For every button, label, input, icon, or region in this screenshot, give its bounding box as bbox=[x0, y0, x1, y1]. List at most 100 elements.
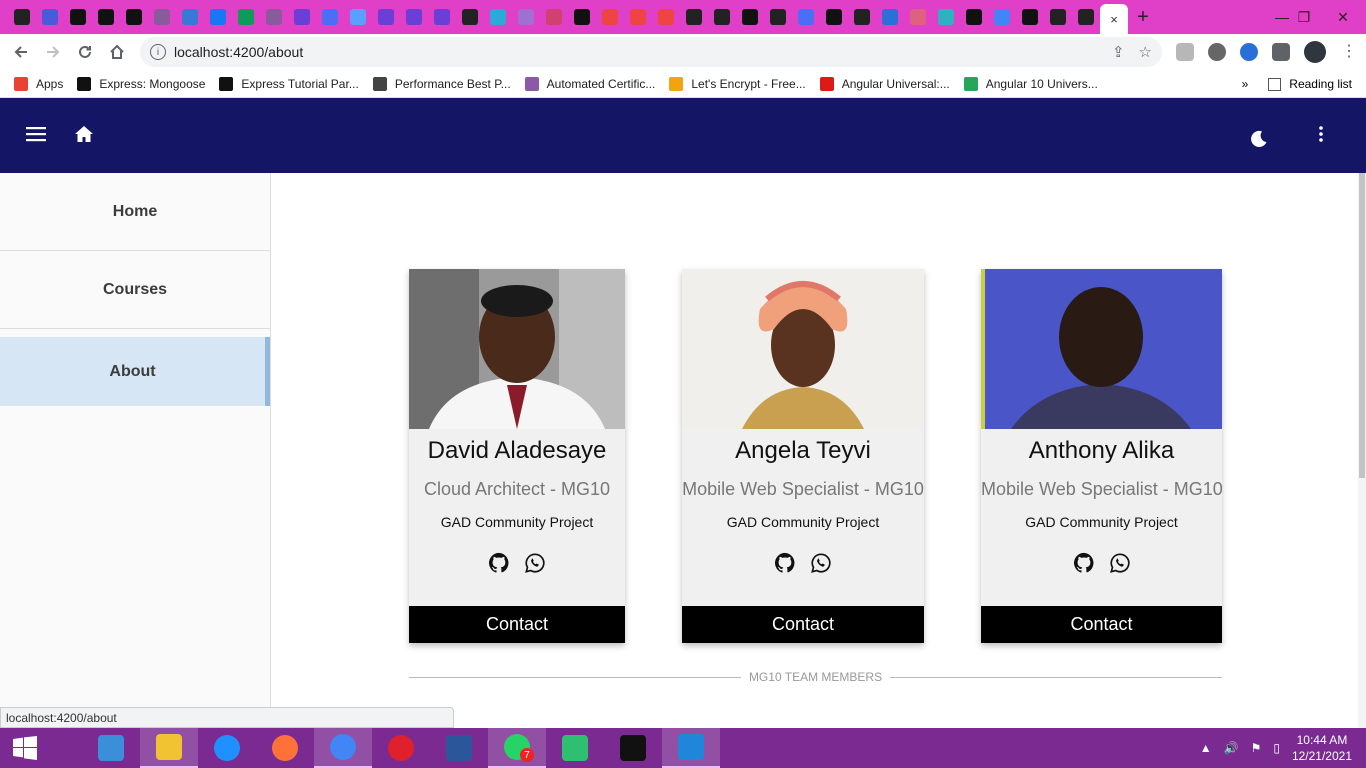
bookmark-item[interactable]: Express: Mongoose bbox=[77, 76, 205, 91]
volume-icon[interactable]: 🔊 bbox=[1224, 741, 1239, 755]
sidebar-item-about[interactable]: About bbox=[0, 337, 270, 406]
bookmark-item[interactable]: Express Tutorial Par... bbox=[219, 76, 359, 91]
browser-tab[interactable] bbox=[456, 0, 484, 34]
browser-tab[interactable] bbox=[764, 0, 792, 34]
close-window-button[interactable]: ✕ bbox=[1320, 0, 1366, 34]
browser-tab[interactable] bbox=[932, 0, 960, 34]
browser-tab[interactable] bbox=[512, 0, 540, 34]
browser-tab[interactable] bbox=[680, 0, 708, 34]
github-icon[interactable] bbox=[1073, 552, 1095, 574]
browser-tab[interactable] bbox=[36, 0, 64, 34]
taskbar-file-explorer[interactable] bbox=[140, 728, 198, 768]
more-vert-icon[interactable] bbox=[1309, 122, 1333, 146]
taskbar-vscode[interactable] bbox=[662, 728, 720, 768]
github-icon[interactable] bbox=[774, 552, 796, 574]
browser-tab[interactable] bbox=[1072, 0, 1100, 34]
browser-tab[interactable] bbox=[736, 0, 764, 34]
browser-tab[interactable] bbox=[232, 0, 260, 34]
reload-icon[interactable] bbox=[69, 36, 101, 68]
browser-tab[interactable] bbox=[848, 0, 876, 34]
browser-tab[interactable] bbox=[988, 0, 1016, 34]
browser-tab[interactable] bbox=[568, 0, 596, 34]
browser-tab[interactable] bbox=[624, 0, 652, 34]
browser-tab[interactable] bbox=[64, 0, 92, 34]
browser-tab[interactable] bbox=[904, 0, 932, 34]
browser-tab[interactable] bbox=[960, 0, 988, 34]
browser-tab[interactable] bbox=[8, 0, 36, 34]
browser-tab[interactable] bbox=[820, 0, 848, 34]
flag-icon[interactable]: ⚑ bbox=[1251, 741, 1262, 755]
home-icon[interactable] bbox=[101, 36, 133, 68]
contact-button[interactable]: Contact bbox=[682, 606, 924, 643]
bookmark-item[interactable]: Performance Best P... bbox=[372, 76, 511, 91]
browser-tab[interactable] bbox=[708, 0, 736, 34]
hamburger-menu-icon[interactable] bbox=[24, 122, 48, 146]
extension-globe-icon[interactable] bbox=[1240, 43, 1258, 61]
scrollbar-thumb[interactable] bbox=[1359, 173, 1365, 478]
bookmark-item[interactable]: Apps bbox=[14, 76, 63, 91]
browser-tab[interactable] bbox=[92, 0, 120, 34]
forward-arrow-icon[interactable] bbox=[37, 36, 69, 68]
share-icon[interactable]: ⇪ bbox=[1112, 43, 1125, 61]
home-icon[interactable] bbox=[72, 122, 96, 146]
network-icon[interactable]: ▯ bbox=[1273, 741, 1280, 755]
browser-tab[interactable] bbox=[484, 0, 512, 34]
new-tab-button[interactable]: + bbox=[1128, 0, 1158, 34]
extension-es-icon[interactable] bbox=[1176, 43, 1194, 61]
browser-tab[interactable] bbox=[400, 0, 428, 34]
chrome-menu-icon[interactable]: ⋮ bbox=[1340, 43, 1358, 61]
taskbar-command-prompt[interactable] bbox=[604, 728, 662, 768]
whatsapp-icon[interactable] bbox=[524, 552, 546, 574]
taskbar-firefox[interactable] bbox=[256, 728, 314, 768]
browser-tab[interactable] bbox=[372, 0, 400, 34]
tray-chevron-icon[interactable]: ▲ bbox=[1200, 741, 1212, 755]
back-arrow-icon[interactable] bbox=[5, 36, 37, 68]
taskbar-chrome[interactable] bbox=[314, 728, 372, 768]
bookmark-item[interactable]: Automated Certific... bbox=[524, 76, 655, 91]
whatsapp-icon[interactable] bbox=[1109, 552, 1131, 574]
taskbar-internet-explorer[interactable] bbox=[198, 728, 256, 768]
restore-button[interactable]: ❐ bbox=[1284, 0, 1324, 34]
bookmarks-overflow-icon[interactable]: » bbox=[1242, 77, 1249, 91]
taskbar-opera[interactable] bbox=[372, 728, 430, 768]
sidebar-item-courses[interactable]: Courses bbox=[0, 251, 270, 329]
browser-tab[interactable] bbox=[176, 0, 204, 34]
contact-button[interactable]: Contact bbox=[409, 606, 625, 643]
browser-tab[interactable] bbox=[344, 0, 372, 34]
contact-button[interactable]: Contact bbox=[981, 606, 1222, 643]
tab-close-icon[interactable]: × bbox=[1110, 12, 1118, 27]
address-bar[interactable]: i localhost:4200/about ⇪ ☆ bbox=[140, 37, 1162, 67]
browser-tab[interactable] bbox=[428, 0, 456, 34]
site-info-icon[interactable]: i bbox=[150, 44, 166, 60]
browser-tab[interactable] bbox=[260, 0, 288, 34]
clock[interactable]: 10:44 AM 12/21/2021 bbox=[1292, 732, 1352, 764]
taskbar-word[interactable] bbox=[430, 728, 488, 768]
taskbar-calculator[interactable] bbox=[82, 728, 140, 768]
bookmark-item[interactable]: Angular 10 Univers... bbox=[963, 76, 1098, 91]
taskbar-whatsapp[interactable]: 7 bbox=[488, 728, 546, 768]
browser-tab[interactable] bbox=[316, 0, 344, 34]
browser-tab[interactable] bbox=[540, 0, 568, 34]
bookmark-item[interactable]: Let's Encrypt - Free... bbox=[669, 76, 806, 91]
browser-tab[interactable] bbox=[792, 0, 820, 34]
active-tab[interactable]: × bbox=[1100, 4, 1128, 34]
browser-tab[interactable] bbox=[148, 0, 176, 34]
browser-tab[interactable] bbox=[1016, 0, 1044, 34]
taskbar-app-green[interactable] bbox=[546, 728, 604, 768]
puzzle-extensions-icon[interactable] bbox=[1272, 43, 1290, 61]
browser-tab[interactable] bbox=[876, 0, 904, 34]
browser-tab[interactable] bbox=[652, 0, 680, 34]
bookmark-item[interactable]: Angular Universal:... bbox=[819, 76, 950, 91]
browser-tab[interactable] bbox=[1044, 0, 1072, 34]
browser-tab[interactable] bbox=[596, 0, 624, 34]
github-icon[interactable] bbox=[488, 552, 510, 574]
dark-mode-moon-icon[interactable] bbox=[1247, 127, 1271, 151]
windows-start-icon[interactable] bbox=[0, 728, 50, 768]
browser-tab[interactable] bbox=[204, 0, 232, 34]
whatsapp-icon[interactable] bbox=[810, 552, 832, 574]
browser-tab[interactable] bbox=[120, 0, 148, 34]
sidebar-item-home[interactable]: Home bbox=[0, 173, 270, 251]
extension-wordpress-icon[interactable] bbox=[1208, 43, 1226, 61]
browser-tab[interactable] bbox=[288, 0, 316, 34]
bookmark-star-icon[interactable]: ☆ bbox=[1139, 43, 1152, 61]
